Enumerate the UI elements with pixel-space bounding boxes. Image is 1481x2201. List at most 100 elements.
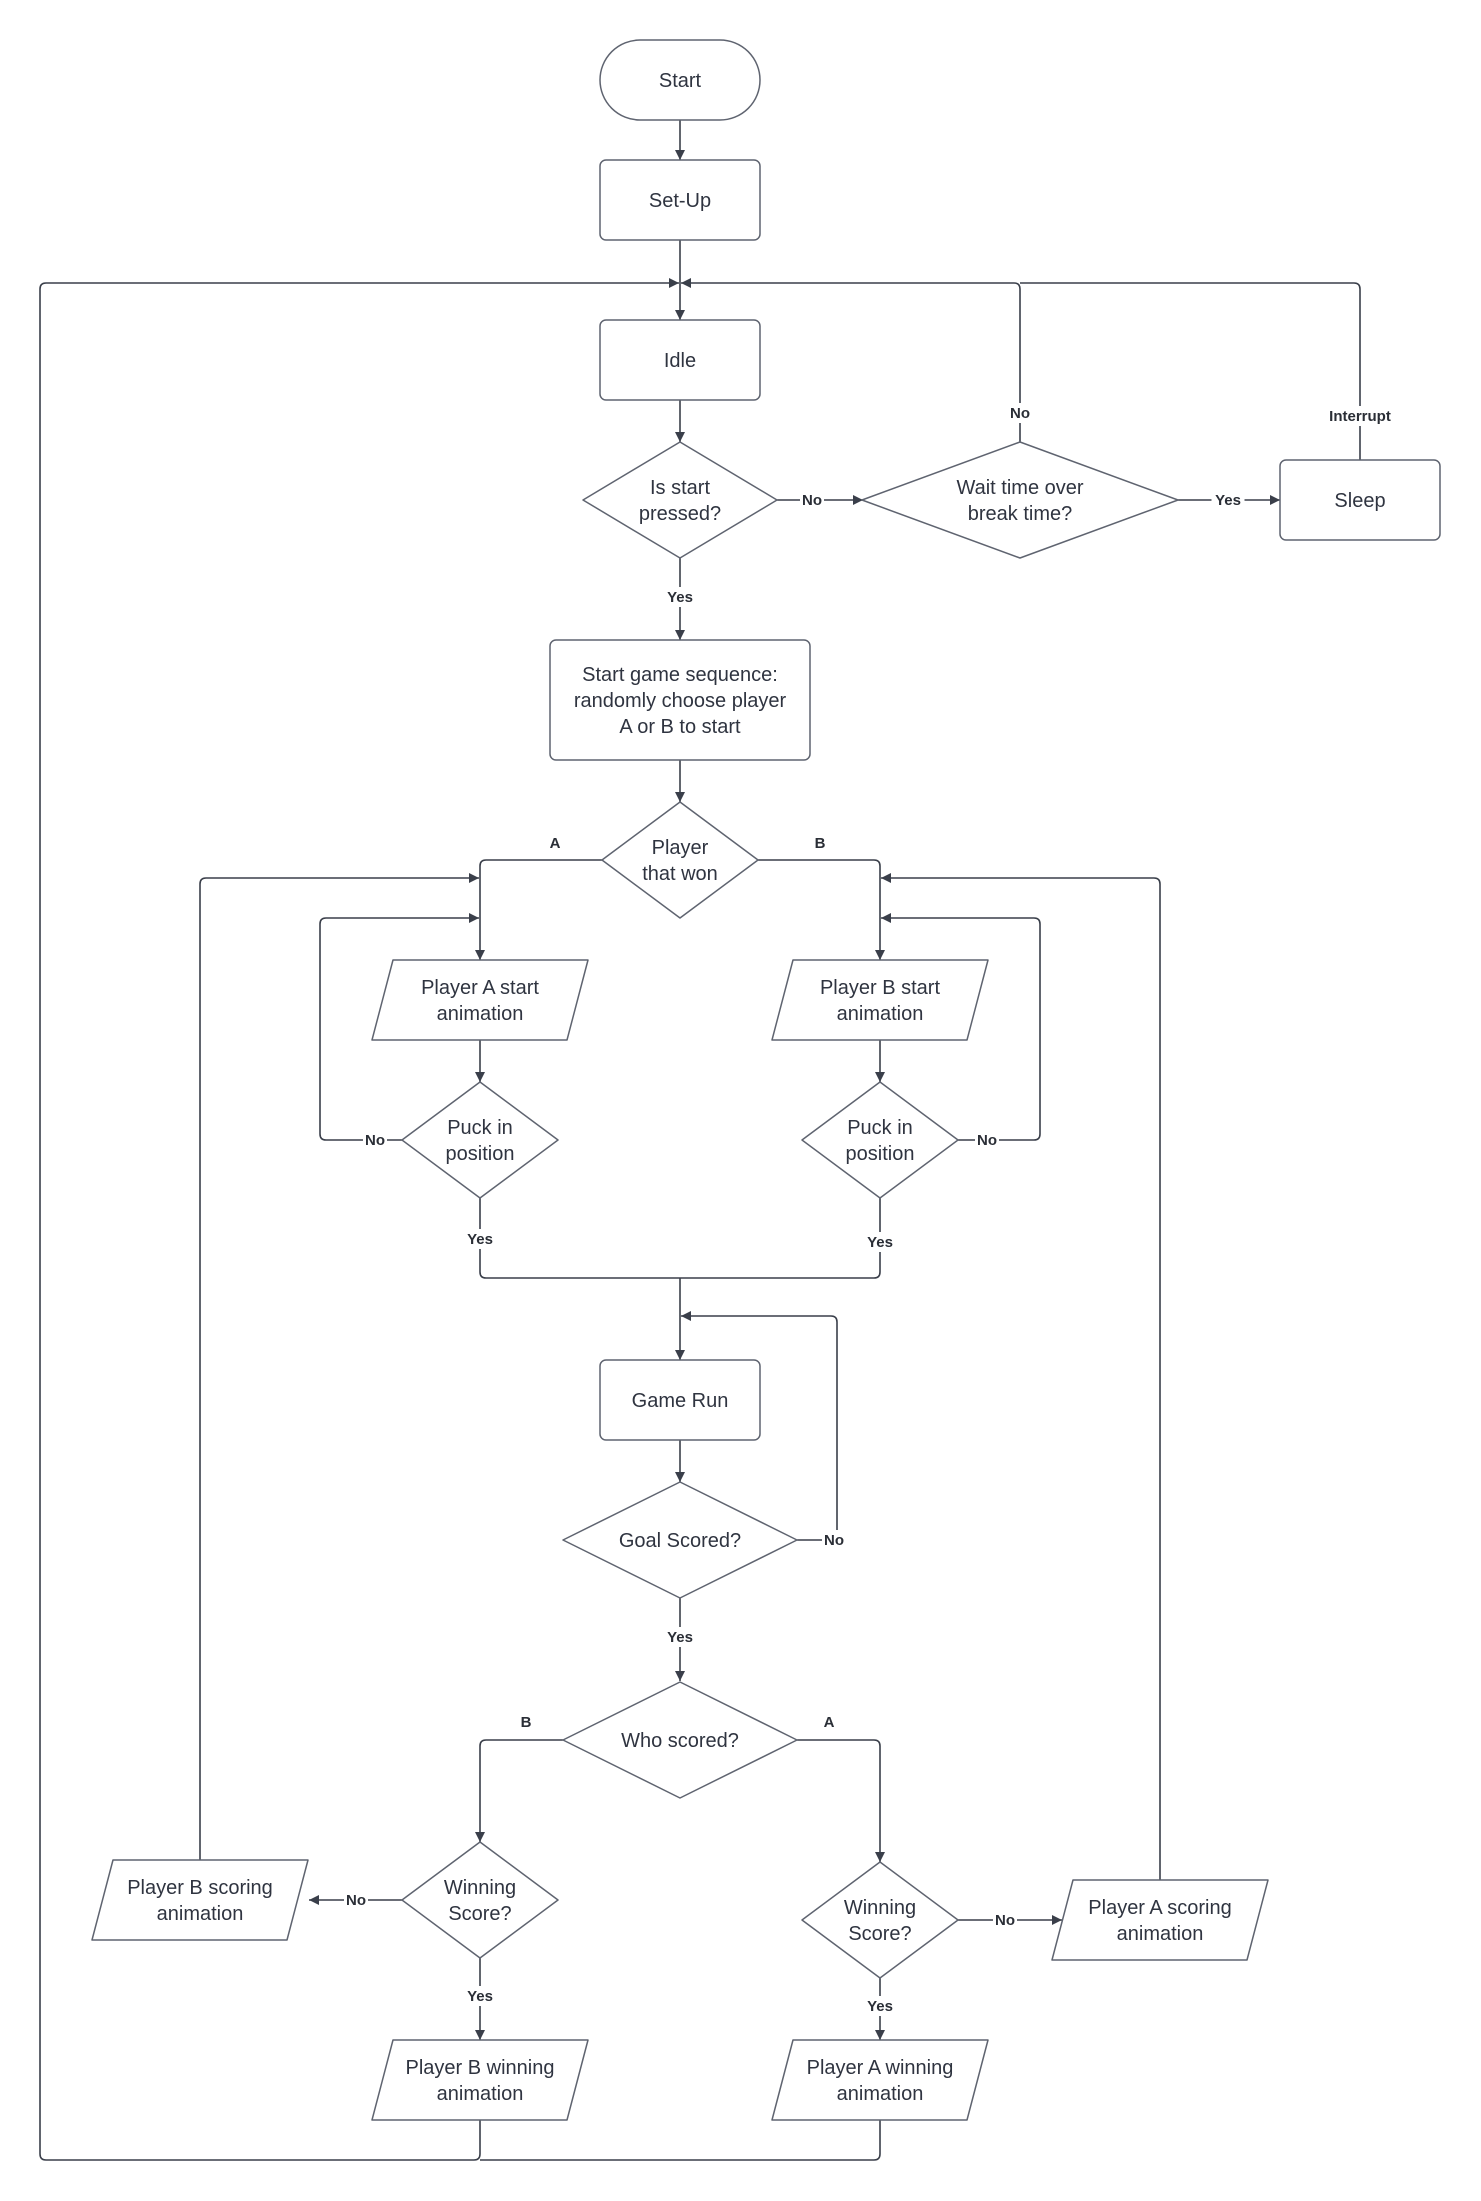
node-label: Puck in (447, 1117, 513, 1139)
node-label: position (846, 1143, 915, 1165)
edge-label-interrupt: Interrupt (1329, 408, 1391, 425)
flowchart-canvas: Start Set-Up Idle Is start pressed? Wait time… (39, 39, 1441, 2161)
edge-label-yes: Yes (867, 1234, 893, 1251)
node-label: Player B winning (406, 2057, 555, 2079)
decision-diamond (401, 1841, 559, 1959)
decision-diamond (601, 801, 759, 919)
edge-label-no: No (1010, 405, 1030, 422)
node-setup: Set-Up (599, 159, 761, 241)
node-label: Idle (664, 350, 696, 372)
edge-label-yes: Yes (467, 1231, 493, 1248)
connector-branch-b (758, 859, 885, 960)
node-label: Wait time over (956, 477, 1083, 499)
node-winning-a: Winning Score? (801, 1861, 959, 1979)
node-label: Game Run (632, 1390, 729, 1412)
node-start-game: Start game sequence: randomly choose play… (549, 639, 811, 761)
node-b-scoring: Player B scoring animation (91, 1859, 309, 1941)
node-puck-a: Puck in position (401, 1081, 559, 1199)
node-is-start-pressed: Is start pressed? (582, 441, 778, 559)
edge-label-no: No (995, 1912, 1015, 1929)
connectors-layer (39, 120, 1361, 2161)
node-label: animation (837, 1003, 924, 1025)
node-a-winning: Player A winning animation (771, 2039, 989, 2121)
node-label: Player B start (820, 977, 940, 999)
node-label: Score? (848, 1923, 911, 1945)
io-parallelogram (91, 1859, 309, 1941)
edge-label-a: A (824, 1714, 835, 1731)
node-a-scoring: Player A scoring animation (1051, 1879, 1269, 1961)
edge-label-yes: Yes (667, 1629, 693, 1646)
edge-label-no: No (365, 1132, 385, 1149)
edge-label-yes: Yes (667, 589, 693, 606)
node-label: Player B scoring (127, 1877, 273, 1899)
edge-label-b: B (521, 1714, 532, 1731)
decision-diamond (401, 1081, 559, 1199)
io-parallelogram (1051, 1879, 1269, 1961)
decision-diamond (861, 441, 1179, 559)
io-parallelogram (771, 2039, 989, 2121)
connector-who-b (475, 1739, 563, 1842)
node-label: Is start (650, 477, 710, 499)
decision-diamond (582, 441, 778, 559)
node-wait-time: Wait time over break time? (861, 441, 1179, 559)
edge-label-a: A (550, 835, 561, 852)
edge-label-yes: Yes (867, 1998, 893, 2015)
node-label: Player A start (421, 977, 539, 999)
node-label: Puck in (847, 1117, 913, 1139)
node-winning-b: Winning Score? (401, 1841, 559, 1959)
node-label: pressed? (639, 503, 721, 525)
node-label: that won (642, 863, 718, 885)
node-start: Start (599, 39, 761, 121)
connector-puck-a-yes (479, 1198, 680, 1279)
node-who-scored: Who scored? (562, 1681, 798, 1799)
node-label: Player A scoring (1088, 1897, 1231, 1919)
node-label: randomly choose player (574, 690, 787, 712)
edge-label-yes: Yes (467, 1988, 493, 2005)
edge-label-yes: Yes (1215, 492, 1241, 509)
node-label: Start game sequence: (582, 664, 778, 686)
edge-label-no: No (346, 1892, 366, 1909)
node-b-winning: Player B winning animation (371, 2039, 589, 2121)
node-label: A or B to start (619, 716, 741, 738)
edge-label-no: No (824, 1532, 844, 1549)
node-label: animation (837, 2083, 924, 2105)
connector-sleep-interrupt (1020, 282, 1361, 460)
node-label: break time? (968, 503, 1073, 525)
node-label: Set-Up (649, 190, 711, 212)
edge-labels-layer: No Yes No Yes Interrupt A B No No Yes Yes No Yes B A No… (344, 403, 1404, 2016)
edge-label-no: No (977, 1132, 997, 1149)
node-label: Winning (844, 1897, 916, 1919)
node-player-a-start: Player A start animation (371, 959, 589, 1041)
node-label: position (446, 1143, 515, 1165)
node-idle: Idle (599, 319, 761, 401)
node-label: animation (437, 1003, 524, 1025)
nodes-layer: Start Set-Up Idle Is start pressed? Wait time… (91, 39, 1441, 2121)
edge-label-no: No (802, 492, 822, 509)
io-parallelogram (371, 959, 589, 1041)
connector-who-a (797, 1739, 885, 1862)
io-parallelogram (771, 959, 989, 1041)
node-label: Goal Scored? (619, 1530, 741, 1552)
node-label: Who scored? (621, 1730, 739, 1752)
node-goal-scored: Goal Scored? (562, 1481, 798, 1599)
node-player-b-start: Player B start animation (771, 959, 989, 1041)
edge-label-b: B (815, 835, 826, 852)
node-label: animation (437, 2083, 524, 2105)
connector-branch-a (475, 859, 602, 960)
node-sleep: Sleep (1279, 459, 1441, 541)
node-label: Sleep (1334, 490, 1385, 512)
decision-diamond (801, 1081, 959, 1199)
node-player-that-won: Player that won (601, 801, 759, 919)
connector-awinning-idle (480, 2120, 881, 2161)
node-label: animation (1117, 1923, 1204, 1945)
decision-diamond (801, 1861, 959, 1979)
node-puck-b: Puck in position (801, 1081, 959, 1199)
node-label: animation (157, 1903, 244, 1925)
node-label: Player (652, 837, 709, 859)
node-label: Player A winning (807, 2057, 954, 2079)
io-parallelogram (371, 2039, 589, 2121)
node-label: Start (659, 70, 702, 92)
connector-puck-b-yes (680, 1198, 881, 1279)
node-label: Score? (448, 1903, 511, 1925)
node-game-run: Game Run (599, 1359, 761, 1441)
